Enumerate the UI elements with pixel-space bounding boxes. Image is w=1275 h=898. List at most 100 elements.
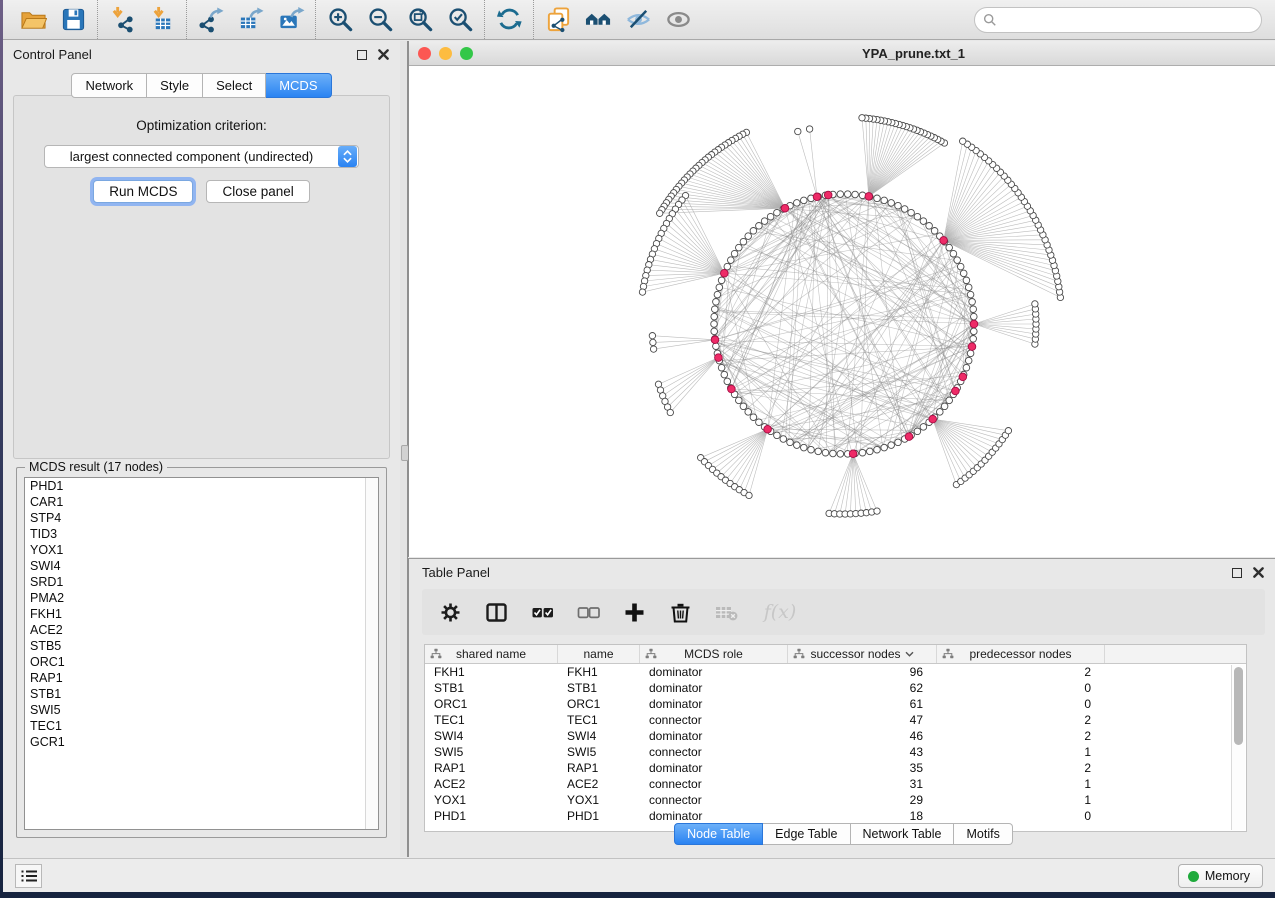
export-image-button[interactable] [271, 3, 311, 37]
tab-node-table[interactable]: Node Table [674, 823, 763, 845]
hide-selected-button[interactable] [618, 3, 658, 37]
export-table-icon [238, 6, 265, 33]
app-window: Control Panel NetworkStyleSelectMCDS Opt… [3, 0, 1275, 892]
table-cell: PHD1 [558, 808, 640, 824]
select-all-button[interactable] [528, 597, 556, 627]
control-panel-header: Control Panel [3, 41, 400, 68]
table-cell: YOX1 [425, 792, 558, 808]
float-panel-icon[interactable] [355, 48, 368, 61]
mcds-result-item[interactable]: ACE2 [25, 622, 378, 638]
zoom-out-button[interactable] [360, 3, 400, 37]
mcds-result-item[interactable]: PHD1 [25, 478, 378, 494]
mcds-panel: Optimization criterion: largest connecte… [13, 95, 390, 459]
tab-mcds[interactable]: MCDS [266, 73, 331, 98]
tab-style[interactable]: Style [147, 73, 203, 98]
split-columns-button[interactable] [482, 597, 510, 627]
table-scrollbar[interactable] [1231, 665, 1245, 830]
mcds-result-item[interactable]: SWI5 [25, 702, 378, 718]
close-panel-button[interactable]: Close panel [206, 180, 309, 203]
delete-column-button[interactable] [666, 597, 694, 627]
table-row[interactable]: STB1STB1dominator620 [425, 680, 1246, 696]
mcds-result-item[interactable]: STB1 [25, 686, 378, 702]
tab-motifs[interactable]: Motifs [954, 823, 1012, 845]
table-row[interactable]: SWI4SWI4dominator462 [425, 728, 1246, 744]
column-header-shared-name[interactable]: shared name [425, 645, 558, 663]
show-all-button[interactable] [658, 3, 698, 37]
mcds-list-scrollbar[interactable] [365, 478, 378, 829]
panel-splitter[interactable] [400, 41, 408, 857]
task-history-button[interactable] [15, 864, 42, 888]
table-row[interactable]: TEC1TEC1connector472 [425, 712, 1246, 728]
refresh-layout-button[interactable] [489, 3, 529, 37]
criterion-dropdown[interactable]: largest connected component (undirected) [44, 145, 359, 168]
memory-button-label: Memory [1205, 869, 1250, 883]
mcds-result-item[interactable]: RAP1 [25, 670, 378, 686]
table-row[interactable]: SWI5SWI5connector431 [425, 744, 1246, 760]
search-input[interactable] [1002, 13, 1252, 28]
column-header-MCDS-role[interactable]: MCDS role [640, 645, 788, 663]
deselect-all-button[interactable] [574, 597, 602, 627]
table-row[interactable]: YOX1YOX1connector291 [425, 792, 1246, 808]
network-view-title: YPA_prune.txt_1 [862, 46, 965, 61]
export-table-button[interactable] [231, 3, 271, 37]
search-field[interactable] [974, 7, 1262, 33]
zoom-selected-button[interactable] [440, 3, 480, 37]
mcds-result-item[interactable]: TID3 [25, 526, 378, 542]
zoom-fit-button[interactable] [400, 3, 440, 37]
table-row[interactable]: ACE2ACE2connector311 [425, 776, 1246, 792]
mcds-result-item[interactable]: ORC1 [25, 654, 378, 670]
add-column-button[interactable] [620, 597, 648, 627]
open-file-button[interactable] [13, 3, 53, 37]
mcds-result-item[interactable]: CAR1 [25, 494, 378, 510]
node-table[interactable]: shared namenameMCDS rolesuccessor nodesp… [424, 644, 1247, 832]
column-header-predecessor-nodes[interactable]: predecessor nodes [937, 645, 1105, 663]
mcds-result-item[interactable]: SWI4 [25, 558, 378, 574]
save-session-button[interactable] [53, 3, 93, 37]
import-network-button[interactable] [102, 3, 142, 37]
mcds-result-item[interactable]: YOX1 [25, 542, 378, 558]
table-row[interactable]: PHD1PHD1dominator180 [425, 808, 1246, 824]
mcds-result-title: MCDS result (17 nodes) [25, 460, 167, 474]
run-mcds-button[interactable]: Run MCDS [93, 180, 193, 203]
close-table-panel-icon[interactable] [1252, 566, 1265, 579]
float-table-panel-icon[interactable] [1230, 566, 1243, 579]
toolbar-group [484, 0, 533, 39]
network-view-window: YPA_prune.txt_1 [408, 41, 1275, 557]
export-image-icon [278, 6, 305, 33]
clone-network-button[interactable] [538, 3, 578, 37]
table-row[interactable]: FKH1FKH1dominator962 [425, 664, 1246, 680]
table-options-button[interactable] [436, 597, 464, 627]
table-cell: 1 [937, 744, 1105, 760]
table-row[interactable]: ORC1ORC1dominator610 [425, 696, 1246, 712]
memory-button[interactable]: Memory [1178, 864, 1263, 888]
mcds-result-item[interactable]: TEC1 [25, 718, 378, 734]
mcds-result-item[interactable]: SRD1 [25, 574, 378, 590]
table-row[interactable]: RAP1RAP1dominator352 [425, 760, 1246, 776]
column-header-name[interactable]: name [558, 645, 640, 663]
import-table-button[interactable] [142, 3, 182, 37]
first-neighbors-button[interactable] [578, 3, 618, 37]
close-window-icon[interactable] [418, 47, 431, 60]
close-panel-icon[interactable] [377, 48, 390, 61]
table-cell: 62 [788, 680, 937, 696]
mcds-result-item[interactable]: FKH1 [25, 606, 378, 622]
table-cell: 1 [937, 776, 1105, 792]
mcds-result-item[interactable]: STP4 [25, 510, 378, 526]
zoom-in-button[interactable] [320, 3, 360, 37]
mcds-result-item[interactable]: GCR1 [25, 734, 378, 750]
tab-select[interactable]: Select [203, 73, 266, 98]
column-header-successor-nodes[interactable]: successor nodes [788, 645, 937, 663]
mcds-result-list[interactable]: PHD1CAR1STP4TID3YOX1SWI4SRD1PMA2FKH1ACE2… [24, 477, 379, 830]
tab-network-table[interactable]: Network Table [851, 823, 955, 845]
mcds-result-item[interactable]: STB5 [25, 638, 378, 654]
tab-edge-table[interactable]: Edge Table [763, 823, 850, 845]
table-cell: TEC1 [425, 712, 558, 728]
table-scrollbar-thumb[interactable] [1234, 667, 1243, 745]
zoom-window-icon[interactable] [460, 47, 473, 60]
table-cell: 35 [788, 760, 937, 776]
minimize-window-icon[interactable] [439, 47, 452, 60]
export-network-button[interactable] [191, 3, 231, 37]
network-canvas[interactable] [409, 66, 1275, 557]
tab-network[interactable]: Network [71, 73, 147, 98]
mcds-result-item[interactable]: PMA2 [25, 590, 378, 606]
